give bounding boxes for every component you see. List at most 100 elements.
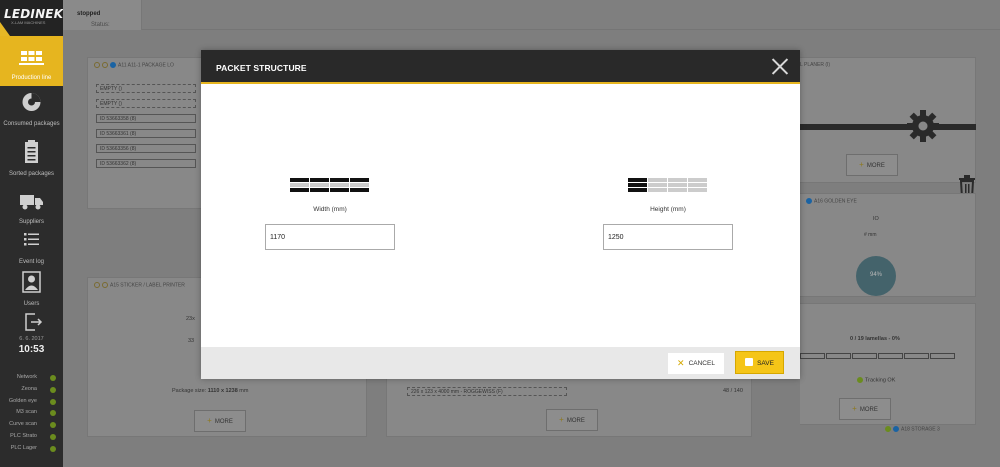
more-button[interactable]: + MORE [839,398,891,420]
height-input[interactable] [603,224,733,250]
width-column: Width (mm) [265,176,395,250]
height-layout-icon [628,176,708,192]
save-button[interactable]: SAVE [735,351,784,374]
status-row: M3 scan [0,407,63,419]
lamella-slots [800,353,956,359]
slot-box: ID 53663356 (8) [96,144,196,153]
status-value: stopped [77,11,101,17]
panel-header: L PLANER (I) [800,62,831,68]
save-label: SAVE [757,360,774,367]
status-dot [50,445,56,452]
status-text: Status: stopped [77,11,110,28]
storage-panel: 226 x 123 x 4000 mm - ROGGEWISS (F) 48 /… [386,379,752,437]
status-dot [885,426,891,432]
status-dot [50,410,56,417]
list-icon [24,233,39,246]
lamella-slot [878,353,903,359]
lamella-slot [904,353,929,359]
slot-box: ID 53663362 (8) [96,159,196,168]
slot-box: ID 53663358 (8) [96,114,196,123]
status-row: Network [0,372,63,384]
more-label: MORE [859,407,878,413]
status-dot [94,282,100,288]
status-dot [857,377,863,383]
package-box: 226 x 123 x 4000 mm - ROGGEWISS (F) [407,387,567,396]
plus-icon: + [559,415,564,424]
panel-header: A11 A11-1 PACKAGE LO [94,62,174,68]
nav-label: Production line [11,75,52,81]
nav-users[interactable]: Users [0,262,63,312]
plus-icon: + [859,160,864,169]
close-icon: ✕ [677,358,685,368]
clock-text: 10:53 [18,344,45,355]
more-button[interactable]: + MORE [194,410,246,432]
nav-logout[interactable] [0,306,63,336]
width-input[interactable] [265,224,395,250]
tracking-label: Tracking OK [865,377,896,384]
close-icon[interactable] [771,57,789,75]
nav-sorted-packages[interactable]: Sorted packages [0,132,63,182]
count-text: 33 [188,338,195,344]
gauge: 94% [856,256,896,296]
io-text: IO [873,216,879,222]
package-size-text: Package size: 1110 x 1238 mm [172,388,248,394]
panel-title: A16 GOLDEN EYE [814,198,857,205]
status-prefix: Status: [91,22,110,28]
panel-header: A15 STICKER / LABEL PRINTER [94,282,185,288]
count-text: 23x [186,316,195,322]
lamella-slot [930,353,955,359]
status-dot [806,198,812,204]
status-label: PLC Strato [10,432,37,439]
plus-icon: + [207,416,212,425]
status-dot [50,422,56,429]
more-label: MORE [566,418,585,424]
logo-subtitle: X-LAM MACHINES [11,20,46,25]
package-size-label: Package size: [172,388,207,394]
tracking-text: Tracking OK [857,377,895,383]
conveyor-icon [19,51,44,65]
status-dot [110,62,116,68]
count-text: 48 / 140 [723,388,743,394]
panel-header: A16 GOLDEN EYE [806,198,857,204]
status-dot [50,386,56,393]
gear-icon [907,110,939,142]
golden-eye-panel: A16 GOLDEN EYE IO # mm 94% [800,193,976,297]
status-label: Network [16,374,37,380]
tracking-panel: 0 / 19 lamellas - 0% Tracking OK + MORE [800,303,976,425]
status-dot [94,62,100,68]
status-dot [893,426,899,432]
status-row: Curve scan [0,419,63,431]
status-dot [102,282,108,288]
status-dot [50,433,56,440]
slot-box: EMPTY () [96,84,196,93]
more-label: MORE [214,419,233,425]
width-layout-icon [290,176,370,192]
user-icon [22,271,41,293]
gauge-value: 94% [869,272,882,278]
logout-icon [25,313,43,331]
status-row: Golden eye [0,396,63,408]
status-row: PLC Lager [0,443,63,455]
status-dot [102,62,108,68]
truck-icon [20,195,43,210]
dialog-footer: ✕ CANCEL SAVE [201,347,800,379]
cancel-button[interactable]: ✕ CANCEL [668,353,724,374]
more-button[interactable]: + MORE [846,154,898,176]
package-size-unit: mm [239,388,249,394]
top-bar: Status: stopped [63,0,1000,30]
logo-text: LEDINEK [4,7,64,21]
cancel-label: CANCEL [688,360,715,367]
nav-label: Sorted packages [8,171,55,177]
save-icon [745,358,754,366]
nav-production-line[interactable]: Production line [0,36,63,86]
lamellas-text: 0 / 19 lamellas - 0% [850,336,900,342]
unit-text: # mm [864,232,877,238]
lamella-slot [826,353,851,359]
sidebar: LEDINEK X-LAM MACHINES Production line C… [0,0,63,467]
more-button[interactable]: + MORE [546,409,598,431]
panel-title: A15 STICKER / LABEL PRINTER [110,282,185,289]
nav-consumed-packages[interactable]: Consumed packages [0,82,63,132]
more-label: MORE [866,163,885,169]
panel-title: A11 A11-1 PACKAGE LO [118,62,174,69]
status-tab[interactable]: Status: stopped [63,0,142,30]
